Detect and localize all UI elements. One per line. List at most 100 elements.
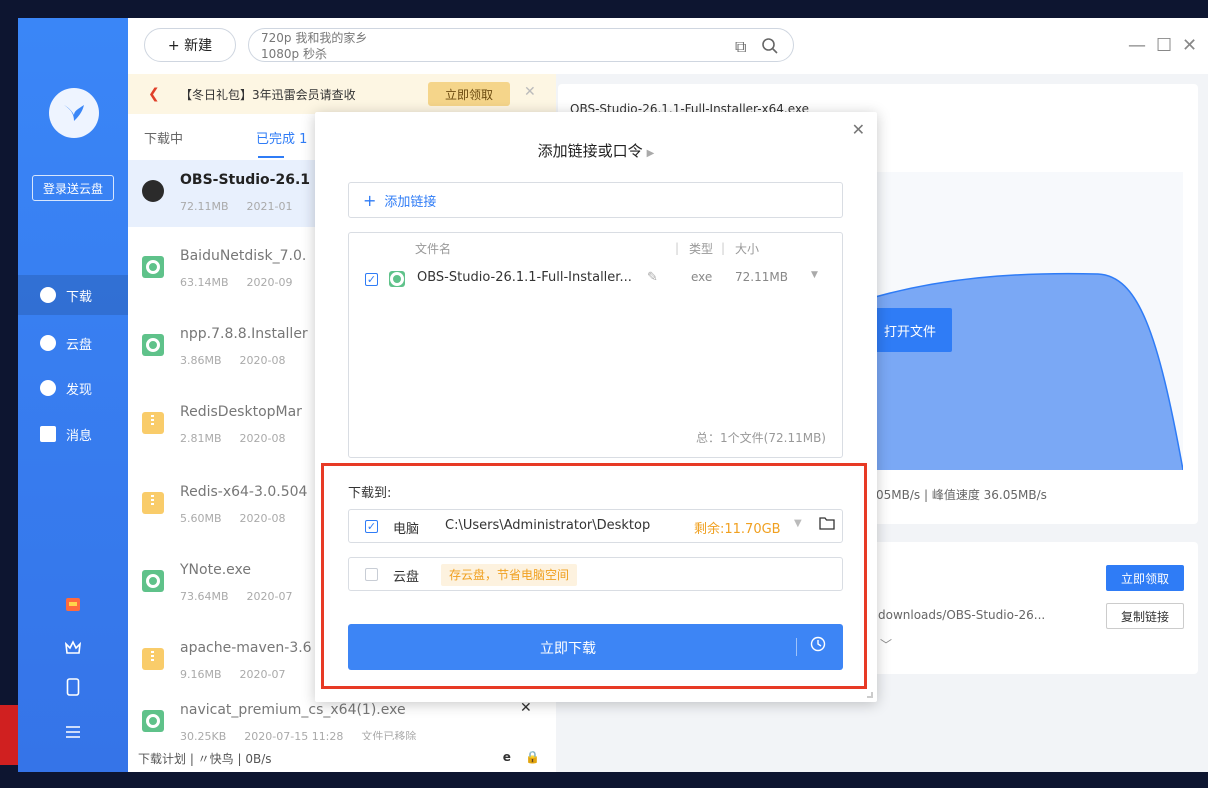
file-meta: 2.81MB 2020-08 (180, 432, 304, 445)
sidebar-item-label: 消息 (66, 428, 93, 444)
dialog-title-text: 添加链接或口令 (537, 142, 643, 160)
tab-downloading[interactable]: 下载中 (144, 128, 183, 147)
file-size: 3.86MB (180, 354, 222, 367)
promo-banner: ❮ 【冬日礼包】3年迅雷会员请查收 立即领取 ✕ (128, 74, 556, 114)
open-file-button[interactable]: 打开文件 (868, 308, 952, 352)
file-meta: 73.64MB 2020-07 (180, 590, 311, 603)
collect-icon[interactable]: ⧉ (735, 37, 746, 57)
sidebar-item-label: 云盘 (66, 337, 93, 353)
tab-indicator (258, 156, 284, 158)
file-meta: 9.16MB 2020-07 (180, 668, 304, 681)
file-name: OBS-Studio-26.1 (180, 172, 310, 188)
status-icons: e 🔒 (503, 750, 540, 764)
file-row[interactable]: ✓ OBS-Studio-26.1.1-Full-Installer... ✎ … (349, 265, 844, 291)
file-date: 2020-07 (246, 590, 293, 603)
cloud-icon (40, 335, 56, 351)
gift-icon[interactable] (64, 595, 82, 613)
file-date: 2020-09 (246, 276, 293, 289)
status-text[interactable]: 下载计划 | 〃快鸟 | 0B/s (138, 752, 272, 766)
close-icon[interactable]: ✕ (1182, 35, 1197, 56)
file-type: exe (691, 270, 713, 284)
sidebar-item-cloud[interactable]: 云盘 (18, 323, 128, 363)
highlight-frame (321, 463, 867, 689)
source-path: downloads/OBS-Studio-26... (878, 608, 1046, 622)
maximize-icon[interactable]: ☐ (1156, 35, 1172, 56)
file-size: 72.11MB (735, 270, 788, 284)
file-name: BaiduNetdisk_7.0. (180, 248, 307, 264)
file-meta: 72.11MB 2021-01 (180, 200, 311, 213)
add-link-button[interactable]: + 添加链接 (348, 182, 843, 218)
sidebar-item-discover[interactable]: 发现 (18, 368, 128, 408)
col-divider: | (675, 241, 680, 255)
phone-icon[interactable] (64, 678, 82, 696)
zip-file-icon (142, 492, 164, 514)
search-history: 720p 我和我的家乡 1080p 秒杀 (261, 29, 367, 61)
file-size: 9.16MB (180, 668, 222, 681)
lock-icon[interactable]: 🔒 (525, 750, 540, 764)
file-date: 2020-08 (239, 512, 286, 525)
resize-handle[interactable] (867, 692, 873, 698)
exe-file-icon (389, 271, 405, 287)
new-task-button[interactable]: + 新建 (144, 28, 236, 62)
ie-icon[interactable]: e (503, 750, 511, 764)
menu-icon[interactable] (64, 723, 82, 741)
col-header-name: 文件名 (415, 242, 452, 256)
close-icon[interactable]: ✕ (520, 700, 532, 716)
col-header-type: 类型 (689, 242, 714, 256)
file-size: 72.11MB (180, 200, 229, 213)
file-date: 2020-07 (239, 668, 286, 681)
sidebar-item-download[interactable]: 下载 (18, 275, 128, 315)
file-size: 2.81MB (180, 432, 222, 445)
file-name: Redis-x64-3.0.504 (180, 484, 308, 500)
chevron-down-icon[interactable]: ﹀ (880, 636, 892, 653)
promo-text: 【冬日礼包】3年迅雷会员请查收 (180, 88, 356, 102)
bird-logo-icon (64, 105, 84, 121)
minimize-icon[interactable]: — (1128, 35, 1146, 56)
sidebar: 登录送云盘 下载 云盘 发现 消息 (18, 18, 128, 772)
desktop-bg-bottom (0, 772, 1208, 788)
search-icon[interactable] (761, 37, 779, 59)
list-item[interactable]: navicat_premium_cs_x64(1).exe 30.25KB 202… (128, 696, 556, 746)
sidebar-item-label: 发现 (66, 382, 93, 398)
plus-icon: + (363, 190, 377, 210)
claim-button[interactable]: 立即领取 (1106, 565, 1184, 591)
dropdown-icon[interactable]: ▼ (811, 270, 818, 280)
desktop-bg-red (0, 705, 18, 765)
tab-completed[interactable]: 已完成 1 (256, 128, 307, 147)
desktop-bg-top (18, 0, 1208, 18)
file-name: navicat_premium_cs_x64(1).exe (180, 702, 406, 718)
message-icon (40, 426, 56, 442)
status-bar: 下载计划 | 〃快鸟 | 0B/s e 🔒 (128, 750, 556, 772)
zip-file-icon (142, 648, 164, 670)
history-item[interactable]: 720p 我和我的家乡 (261, 31, 367, 45)
top-bar: + 新建 720p 我和我的家乡 1080p 秒杀 ⧉ — ☐ ✕ (128, 18, 1208, 74)
compass-icon (40, 380, 56, 396)
exe-file-icon (142, 570, 164, 592)
login-button[interactable]: 登录送云盘 (32, 175, 114, 201)
desktop-bg-left (0, 0, 18, 788)
file-date: 2020-08 (239, 354, 286, 367)
file-date: 2021-01 (246, 200, 293, 213)
exe-file-icon (142, 710, 164, 732)
exe-file-icon (142, 256, 164, 278)
file-date: 2020-08 (239, 432, 286, 445)
crown-icon[interactable] (64, 638, 82, 656)
add-link-label: 添加链接 (384, 194, 437, 210)
file-size: 30.25KB (180, 730, 227, 740)
file-meta: 5.60MB 2020-08 (180, 512, 304, 525)
file-name: apache-maven-3.6 (180, 640, 312, 656)
history-item[interactable]: 1080p 秒杀 (261, 47, 367, 61)
sidebar-item-messages[interactable]: 消息 (18, 414, 128, 454)
play-arrow-icon[interactable]: ▶ (647, 148, 655, 159)
promo-claim-button[interactable]: 立即领取 (428, 82, 510, 106)
col-header-size: 大小 (735, 242, 760, 256)
promo-flag-icon: ❮ (148, 86, 160, 102)
download-icon (40, 287, 56, 303)
search-input[interactable]: 720p 我和我的家乡 1080p 秒杀 ⧉ (248, 28, 794, 62)
edit-icon[interactable]: ✎ (647, 270, 658, 285)
avatar[interactable] (49, 88, 99, 138)
file-checkbox[interactable]: ✓ (365, 273, 378, 286)
close-icon[interactable]: ✕ (524, 84, 536, 100)
close-icon[interactable]: ✕ (852, 120, 865, 139)
copy-link-button[interactable]: 复制链接 (1106, 603, 1184, 629)
